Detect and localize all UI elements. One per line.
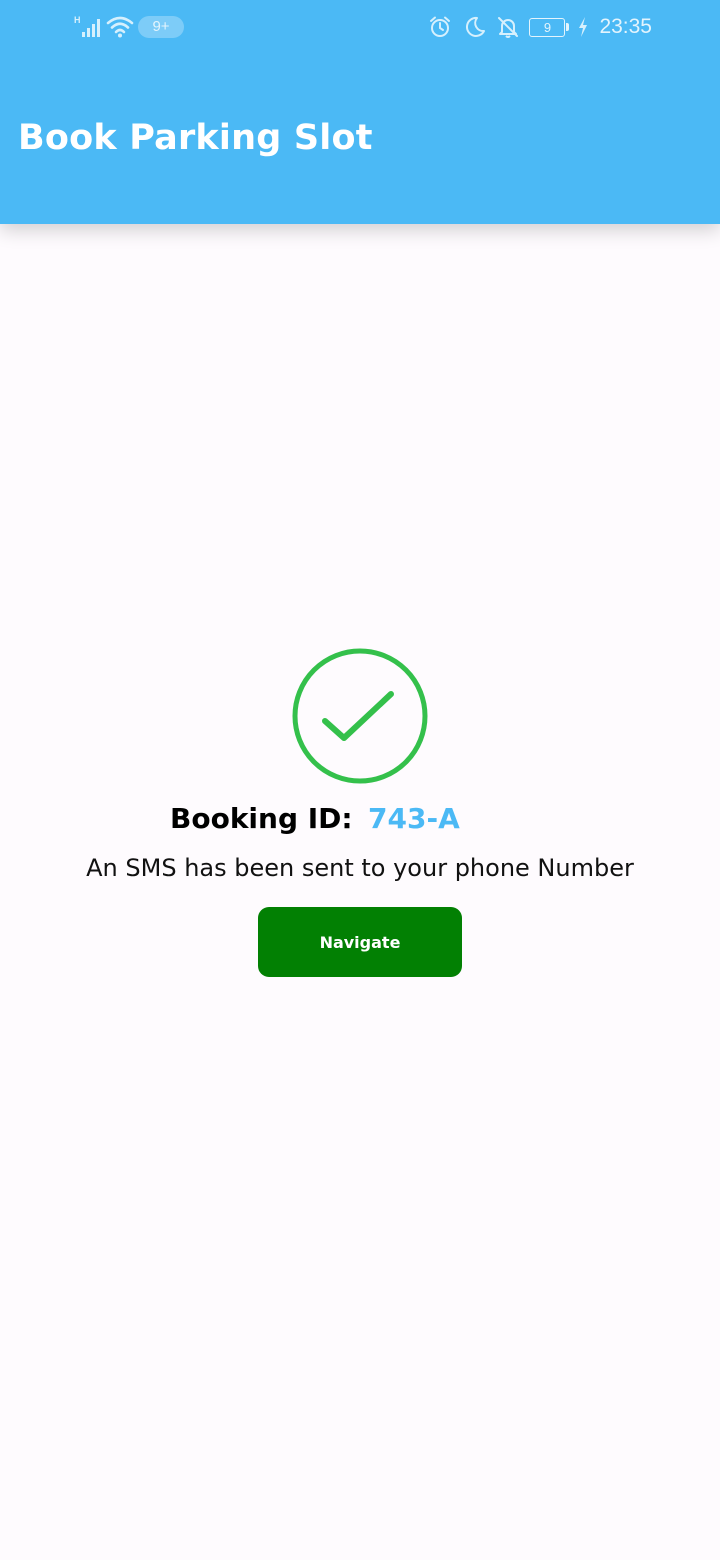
status-bar-left: H 9+ [74,14,184,40]
booking-id-label: Booking ID: [170,802,353,835]
sms-confirmation-message: An SMS has been sent to your phone Numbe… [86,854,634,882]
status-clock: 23:35 [599,15,652,38]
app-bar: H 9+ 9 23:35 Book Parking Slot [0,0,720,224]
alarm-icon [427,14,453,40]
notification-badge: 9+ [138,16,184,38]
navigate-button[interactable]: Navigate [258,907,462,977]
check-circle-icon [292,648,428,784]
status-bar: H 9+ 9 23:35 [0,0,720,56]
booking-id-value: 743-A [368,802,460,835]
page-title: Book Parking Slot [18,118,373,158]
status-bar-right: 9 23:35 [427,14,652,40]
battery-level: 9 [529,17,566,37]
notifications-off-icon [495,14,521,40]
battery-icon: 9 [529,17,570,37]
booking-id-row: Booking ID: 743-A [0,800,720,840]
confirmation-content: Booking ID: 743-A An SMS has been sent t… [0,224,720,1560]
network-type: H [74,15,81,25]
battery-tip [566,23,570,31]
charging-icon [577,14,589,40]
wifi-icon [106,14,134,40]
signal-icon: H [74,14,100,40]
moon-icon [461,14,487,40]
